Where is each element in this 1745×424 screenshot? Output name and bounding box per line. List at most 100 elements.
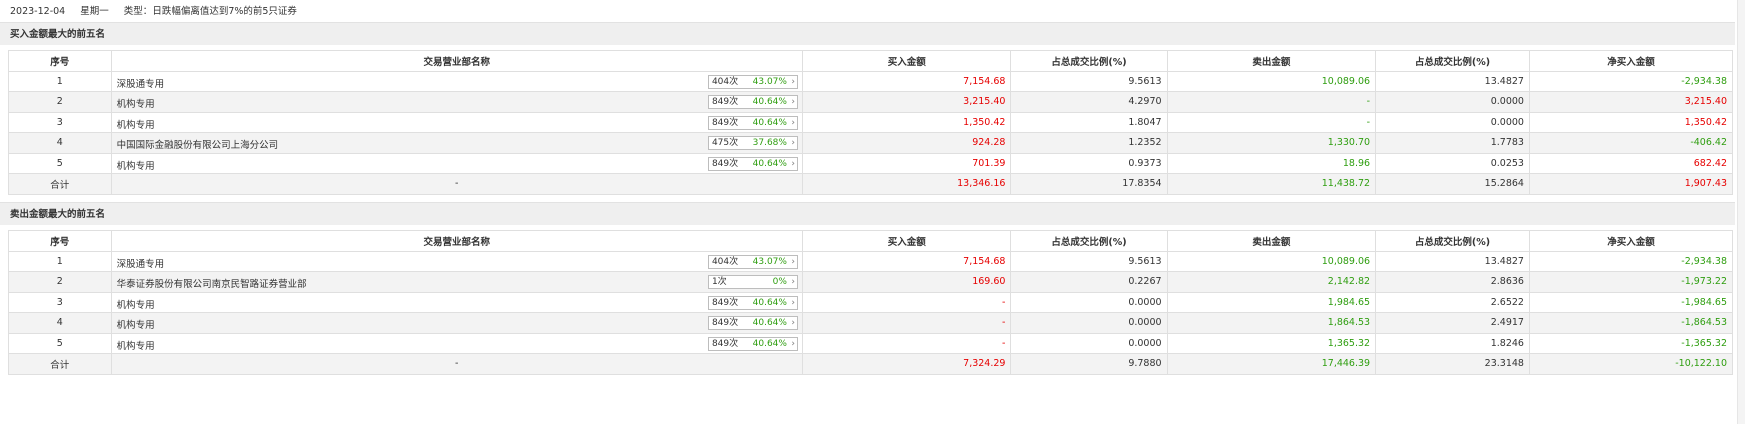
broker-win-rate: 40.64% [752,338,787,349]
buy-amount: 3,215.40 [801,91,1012,113]
col-header-net-amount: 净买入金额 [1528,50,1734,72]
buy-ratio: 0.2267 [1010,271,1168,293]
broker-name: 机构专用 [116,320,155,331]
total-sell-amount: 11,438.72 [1166,173,1377,195]
broker-win-rate: 40.64% [752,97,787,107]
total-net-buy-amount: -10,122.10 [1528,353,1734,375]
broker-win-rate: 43.07% [752,256,787,267]
buy-amount: 1,350.42 [801,111,1012,133]
broker-cell: 机构专用 849次 40.64% › [110,91,803,113]
broker-appearance-count: 849次 [711,117,739,128]
broker-cell: 机构专用 849次 40.64% › [110,152,803,174]
broker-cell: 机构专用 849次 40.64% › [110,111,803,133]
broker-cell: 机构专用 849次 40.64% › [110,312,803,334]
sell-amount: 1,864.53 [1166,312,1377,334]
chevron-right-icon: › [791,338,795,349]
broker-win-rate: 40.64% [752,297,787,308]
table-row: 3 机构专用 849次 40.64% › -0.0000 1,984.65 2.6522 -1,… [8,291,1734,313]
info-line: 2023-12-04 星期一 类型：日跌幅偏离值达到7%的前5只证券 [10,5,309,19]
broker-stats-button[interactable]: 849次 40.64% › [707,95,798,109]
broker-win-rate: 40.64% [752,318,787,328]
row-index: 1 [8,250,112,272]
sell-ratio: 2.6522 [1375,291,1530,313]
total-row: 合计 -7,324.29 9.7880 17,446.39 23.3148 -10,122… [8,353,1734,375]
broker-stats-button[interactable]: 849次 40.64% › [707,115,798,130]
broker-win-rate: 37.68% [752,138,787,148]
sell-ratio: 0.0253 [1375,152,1530,174]
chevron-right-icon: › [791,138,795,148]
col-header-sell-amount: 卖出金额 [1166,50,1377,72]
broker-appearance-count: 404次 [711,76,739,87]
broker-win-rate: 40.64% [752,117,787,128]
broker-stats-button[interactable]: 849次 40.64% › [707,156,798,171]
col-header-buy-ratio: 占总成交比例(%) [1010,50,1168,72]
net-buy-amount: -1,365.32 [1528,332,1734,354]
chevron-right-icon: › [791,318,795,328]
col-header-buy-amount: 买入金额 [801,230,1012,252]
broker-win-rate: 40.64% [752,158,787,169]
buy-section-title: 买入金额最大的前五名 [10,29,106,40]
sell-ratio: 13.4827 [1375,250,1530,272]
broker-stats-button[interactable]: 1次 0% › [707,275,798,289]
row-index: 3 [8,291,112,313]
chevron-right-icon: › [791,297,795,308]
buy-amount: 7,154.68 [801,250,1012,272]
total-buy-ratio: 17.8354 [1010,173,1168,195]
net-buy-amount: -1,984.65 [1528,291,1734,313]
col-header-sell-amount: 卖出金额 [1166,230,1377,252]
col-header-broker: 交易营业部名称 [110,230,803,252]
buy-ratio: 0.9373 [1010,152,1168,174]
row-index: 2 [8,91,112,113]
broker-win-rate: 0% [772,277,787,287]
net-buy-amount: -2,934.38 [1528,250,1734,272]
broker-win-rate: 43.07% [752,76,787,87]
table-row: 2 华泰证券股份有限公司南京民智路证券营业部 1次 0% › 169.60 0.2267 2,… [8,271,1734,293]
chevron-right-icon: › [791,97,795,107]
broker-name: 机构专用 [116,119,155,131]
col-header-buy-amount: 买入金额 [801,50,1012,72]
sell-amount: 10,089.06 [1166,70,1377,92]
buy-ratio: 9.5613 [1010,70,1168,92]
chevron-right-icon: › [791,256,795,267]
broker-appearance-count: 849次 [711,297,739,308]
buy-amount: 169.60 [801,271,1012,293]
col-header-index: 序号 [8,230,112,252]
buy-ratio: 1.2352 [1010,132,1168,154]
sell-amount: 2,142.82 [1166,271,1377,293]
vertical-scrollbar[interactable] [1737,0,1745,424]
sell-amount: 10,089.06 [1166,250,1377,272]
sell-ratio: 2.4917 [1375,312,1530,334]
buy-amount: 701.39 [801,152,1012,174]
weekday: 星期一 [80,6,109,17]
table-row: 2 机构专用 849次 40.64% › 3,215.40 4.2970-0.0000 3,2… [8,91,1734,113]
sell-ratio: 2.8636 [1375,271,1530,293]
broker-stats-button[interactable]: 849次 40.64% › [707,336,798,351]
buy-ratio: 1.8047 [1010,111,1168,133]
broker-stats-button[interactable]: 849次 40.64% › [707,295,798,310]
table-row: 1 深股通专用 404次 43.07% › 7,154.68 9.5613 10,089.06… [8,250,1734,272]
chevron-right-icon: › [791,117,795,128]
broker-appearance-count: 475次 [711,138,739,148]
broker-appearance-count: 849次 [711,318,739,328]
total-net-buy-amount: 1,907.43 [1528,173,1734,195]
buy-amount: 924.28 [801,132,1012,154]
row-index: 1 [8,70,112,92]
table-row: 5 机构专用 849次 40.64% › 701.39 0.9373 18.96 0.0253 6… [8,152,1734,174]
broker-name: 机构专用 [116,99,155,110]
broker-cell: 中国国际金融股份有限公司上海分公司 475次 37.68% › [110,132,803,154]
table-row: 1 深股通专用 404次 43.07% › 7,154.68 9.5613 10,089.06… [8,70,1734,92]
broker-stats-button[interactable]: 475次 37.68% › [707,136,798,150]
broker-stats-button[interactable]: 849次 40.64% › [707,316,798,330]
col-header-net-amount: 净买入金额 [1528,230,1734,252]
net-buy-amount: -1,864.53 [1528,312,1734,334]
net-buy-amount: 682.42 [1528,152,1734,174]
table-row: 3 机构专用 849次 40.64% › 1,350.42 1.8047-0.0000 1,3… [8,111,1734,133]
sell-amount: 1,365.32 [1166,332,1377,354]
buy-ratio: 0.0000 [1010,291,1168,313]
net-buy-amount: -406.42 [1528,132,1734,154]
broker-stats-button[interactable]: 404次 43.07% › [707,74,798,89]
broker-stats-button[interactable]: 404次 43.07% › [707,254,798,269]
broker-name: 机构专用 [116,299,155,311]
total-broker-placeholder: - [110,173,803,195]
net-buy-amount: -2,934.38 [1528,70,1734,92]
